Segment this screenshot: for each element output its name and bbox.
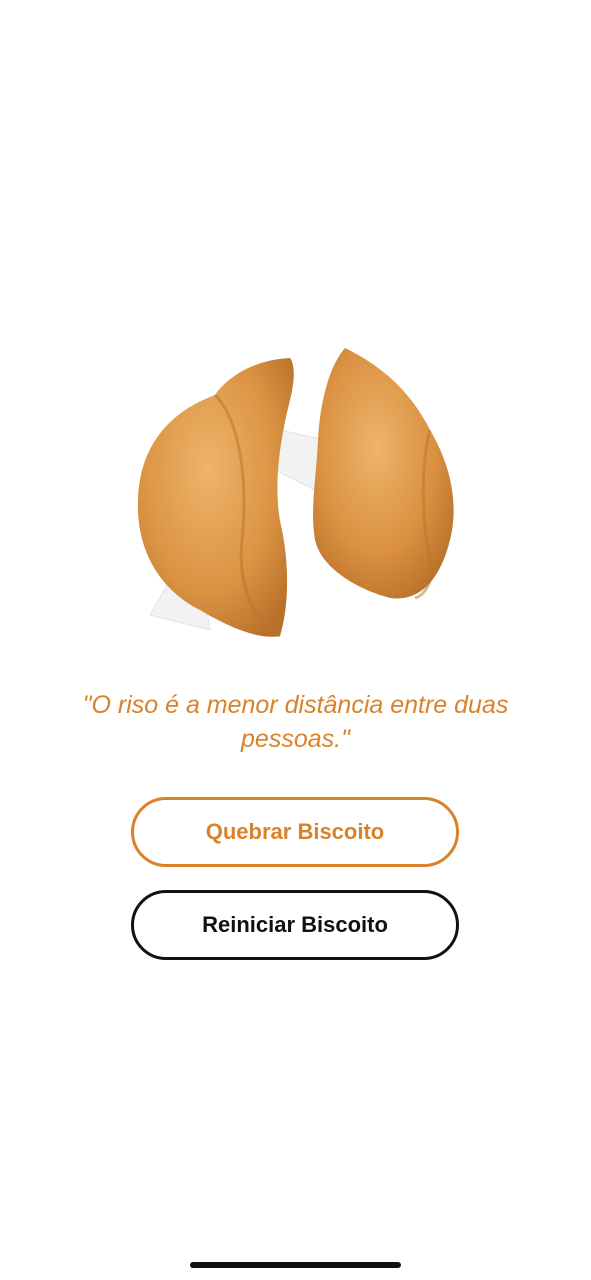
home-indicator[interactable] <box>190 1262 401 1268</box>
fortune-cookie-image <box>130 340 470 650</box>
break-cookie-button[interactable]: Quebrar Biscoito <box>131 797 459 867</box>
reset-cookie-button[interactable]: Reiniciar Biscoito <box>131 890 459 960</box>
fortune-quote: "O riso é a menor distância entre duas p… <box>82 691 509 753</box>
